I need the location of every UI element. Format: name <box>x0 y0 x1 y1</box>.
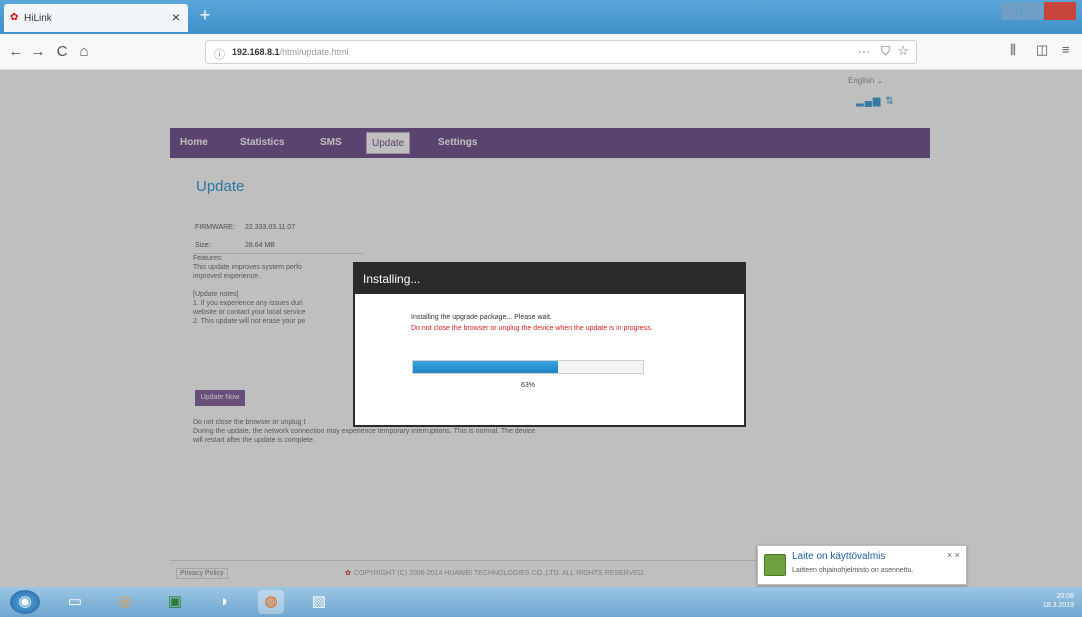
url-text[interactable]: 192.168.8.1/html/update.html <box>232 47 349 57</box>
taskbar: ◉ ▭ ◎ ▣ ◑ ◍ ▧ 20:08 18.3.2019 <box>0 587 1082 617</box>
firefox-icon[interactable]: ◍ <box>258 590 284 614</box>
browser-tab[interactable]: ✿ HiLink × <box>4 4 188 32</box>
tab-close-icon[interactable]: × <box>172 9 180 25</box>
progress-fill <box>413 361 558 373</box>
minimize-button[interactable] <box>1001 2 1022 20</box>
huawei-logo-icon: ✿ <box>10 12 19 23</box>
home-icon[interactable]: ⌂ <box>74 42 94 62</box>
notification-subtitle: Laitteen ohjainohjelmisto on asennettu. <box>792 567 914 574</box>
installing-dialog: Installing... Installing the upgrade pac… <box>353 262 746 427</box>
dialog-warning: Do not close the browser or unplug the d… <box>411 325 653 332</box>
window-controls <box>1000 2 1076 20</box>
app-icon[interactable]: ▧ <box>306 590 332 614</box>
new-tab-button[interactable]: + <box>195 5 215 27</box>
reload-icon[interactable]: C <box>52 42 72 62</box>
dialog-title: Installing... <box>355 264 744 294</box>
back-icon[interactable]: ← <box>6 42 26 62</box>
forward-icon[interactable]: → <box>28 42 48 62</box>
page-actions-icon[interactable]: ··· <box>858 44 870 58</box>
media-icon[interactable]: ◎ <box>112 590 138 614</box>
sidebar-icon[interactable]: ◫ <box>1036 42 1048 58</box>
pocket-icon[interactable]: ⛉ <box>881 44 890 59</box>
excel-icon[interactable]: ▣ <box>162 590 188 614</box>
bookmark-star-icon[interactable]: ☆ <box>897 43 909 59</box>
site-info-icon[interactable]: ⓘ <box>214 46 225 62</box>
library-icon[interactable]: ⫼ <box>1010 42 1016 58</box>
menu-icon[interactable]: ≡ <box>1062 42 1070 57</box>
clock-date: 18.3.2019 <box>1042 602 1074 609</box>
explorer-icon[interactable]: ▭ <box>62 590 88 614</box>
chrome-icon[interactable]: ◑ <box>210 590 236 614</box>
url-host: 192.168.8.1 <box>232 47 280 57</box>
browser-tab-bar: ✿ HiLink × + <box>0 0 1082 34</box>
maximize-button[interactable] <box>1022 2 1043 20</box>
progress-bar <box>412 360 644 374</box>
start-button[interactable]: ◉ <box>10 590 40 614</box>
window-close-button[interactable] <box>1043 2 1076 20</box>
dialog-message: Installing the upgrade package... Please… <box>411 314 552 321</box>
progress-percent: 63% <box>520 382 535 389</box>
url-bar[interactable]: ⓘ 192.168.8.1/html/update.html ··· ⛉ ☆ <box>205 40 917 64</box>
tab-title: HiLink <box>24 13 52 24</box>
screen: ✿ HiLink × + ← → C ⌂ ⓘ 192.168.8.1/html/… <box>0 0 1082 617</box>
system-clock[interactable]: 20:08 18.3.2019 <box>1043 592 1074 610</box>
notification-title: Laite on käyttövalmis <box>792 551 886 562</box>
clock-time: 20:08 <box>1056 593 1074 600</box>
device-ready-notification[interactable]: Laite on käyttövalmis Laitteen ohjainohj… <box>757 545 967 585</box>
notification-close-icon[interactable]: × × <box>947 550 960 560</box>
url-path: /html/update.html <box>279 47 349 57</box>
browser-nav-bar: ← → C ⌂ ⓘ 192.168.8.1/html/update.html ·… <box>0 34 1082 70</box>
device-icon <box>764 554 786 576</box>
